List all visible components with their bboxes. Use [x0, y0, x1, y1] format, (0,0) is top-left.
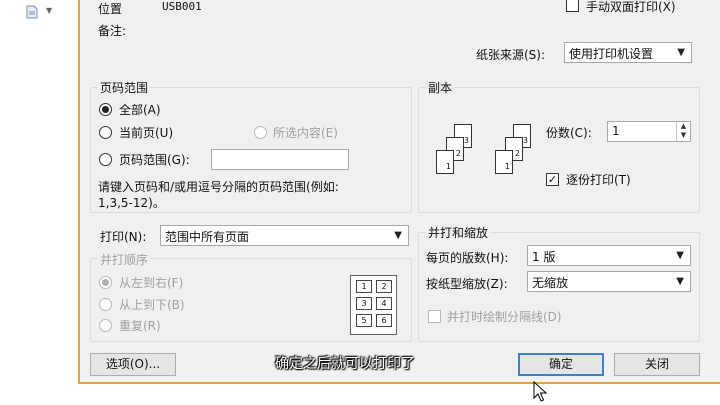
location-value: USB001	[162, 0, 202, 13]
copies-value: 1	[612, 124, 620, 138]
location-label: 位置	[98, 2, 123, 16]
scale-select[interactable]: 无缩放 ▼	[527, 271, 691, 292]
scale-value: 无缩放	[532, 276, 569, 290]
page-range-input[interactable]	[211, 149, 349, 170]
radio-current-label[interactable]: 当前页(U)	[119, 124, 173, 141]
radio-page-range[interactable]	[99, 153, 112, 166]
pages-per-sheet-label: 每页的版数(H):	[426, 251, 509, 265]
radio-current-page[interactable]	[99, 126, 112, 139]
radio-page-range-label[interactable]: 页码范围(G):	[119, 151, 190, 168]
document-icon[interactable]	[26, 5, 38, 19]
radio-ltr-label[interactable]: 从左到右(F)	[119, 274, 183, 291]
app-sidebar: ▼	[0, 0, 78, 405]
page-range-hint-2: 1,3,5-12)。	[98, 196, 165, 210]
print-order-preview: 1 2 3 4 5 6	[350, 275, 397, 335]
chevron-down-icon: ▼	[394, 230, 402, 241]
duplex-checkbox[interactable]	[566, 0, 579, 12]
pages-per-sheet-select[interactable]: 1 版 ▼	[527, 245, 691, 266]
copies-title: 副本	[426, 79, 455, 96]
chevron-down-icon: ▼	[676, 276, 684, 287]
print-dialog: 位置 USB001 备注: 手动双面打印(X) 纸张来源(S): 使用打印机设置…	[78, 0, 720, 384]
radio-all-label[interactable]: 全部(A)	[119, 101, 161, 118]
radio-ttb-label[interactable]: 从上到下(B)	[119, 296, 185, 313]
paper-source-label: 纸张来源(S):	[476, 48, 546, 62]
page-range-hint-1: 请键入页码和/或用逗号分隔的页码范围(例如:	[98, 180, 339, 194]
order-cell: 6	[376, 314, 392, 327]
mouse-cursor-icon	[533, 381, 547, 402]
radio-top-to-bottom[interactable]	[99, 298, 112, 311]
pages-per-sheet-value: 1 版	[532, 250, 556, 264]
order-cell: 2	[376, 280, 392, 293]
order-cell: 1	[356, 280, 372, 293]
copies-label: 份数(C):	[546, 126, 592, 140]
chevron-down-icon[interactable]: ▼	[46, 6, 52, 15]
print-what-label: 打印(N):	[100, 230, 147, 244]
radio-selection[interactable]	[254, 126, 267, 139]
print-order-title: 并打顺序	[98, 251, 151, 268]
video-caption: 确定之后就可以打印了	[275, 356, 415, 372]
order-cell: 3	[356, 297, 372, 310]
radio-left-to-right[interactable]	[99, 276, 112, 289]
draw-lines-label[interactable]: 并打时绘制分隔线(D)	[447, 308, 562, 325]
chevron-down-icon: ▼	[677, 47, 685, 58]
page-range-title: 页码范围	[98, 79, 151, 96]
notes-label: 备注:	[98, 24, 127, 38]
copies-spinner[interactable]: ▲ ▼	[676, 122, 690, 141]
radio-all[interactable]	[99, 103, 112, 116]
scale-label: 按纸型缩放(Z):	[426, 277, 508, 291]
copies-input[interactable]: 1 ▲ ▼	[607, 121, 691, 142]
order-cell: 5	[356, 314, 372, 327]
ok-button[interactable]: 确定	[518, 353, 604, 376]
duplex-label[interactable]: 手动双面打印(X)	[586, 0, 676, 15]
page-icon: 1	[495, 150, 513, 174]
zoom-title: 并打和缩放	[426, 224, 491, 241]
draw-lines-checkbox[interactable]	[428, 310, 441, 323]
order-cell: 4	[376, 297, 392, 310]
radio-repeat-label[interactable]: 重复(R)	[119, 317, 161, 334]
collate-label[interactable]: 逐份打印(T)	[566, 171, 631, 188]
radio-selection-label[interactable]: 所选内容(E)	[273, 124, 338, 141]
print-what-value: 范围中所有页面	[165, 230, 250, 244]
chevron-down-icon: ▼	[676, 250, 684, 261]
paper-source-select[interactable]: 使用打印机设置 ▼	[564, 42, 692, 63]
page-icon: 1	[436, 150, 454, 174]
collate-checkbox[interactable]: ✓	[546, 173, 559, 186]
paper-source-value: 使用打印机设置	[569, 47, 654, 61]
radio-repeat[interactable]	[99, 319, 112, 332]
close-button[interactable]: 关闭	[614, 353, 700, 376]
print-what-select[interactable]: 范围中所有页面 ▼	[160, 225, 409, 246]
options-button[interactable]: 选项(O)...	[90, 353, 176, 376]
